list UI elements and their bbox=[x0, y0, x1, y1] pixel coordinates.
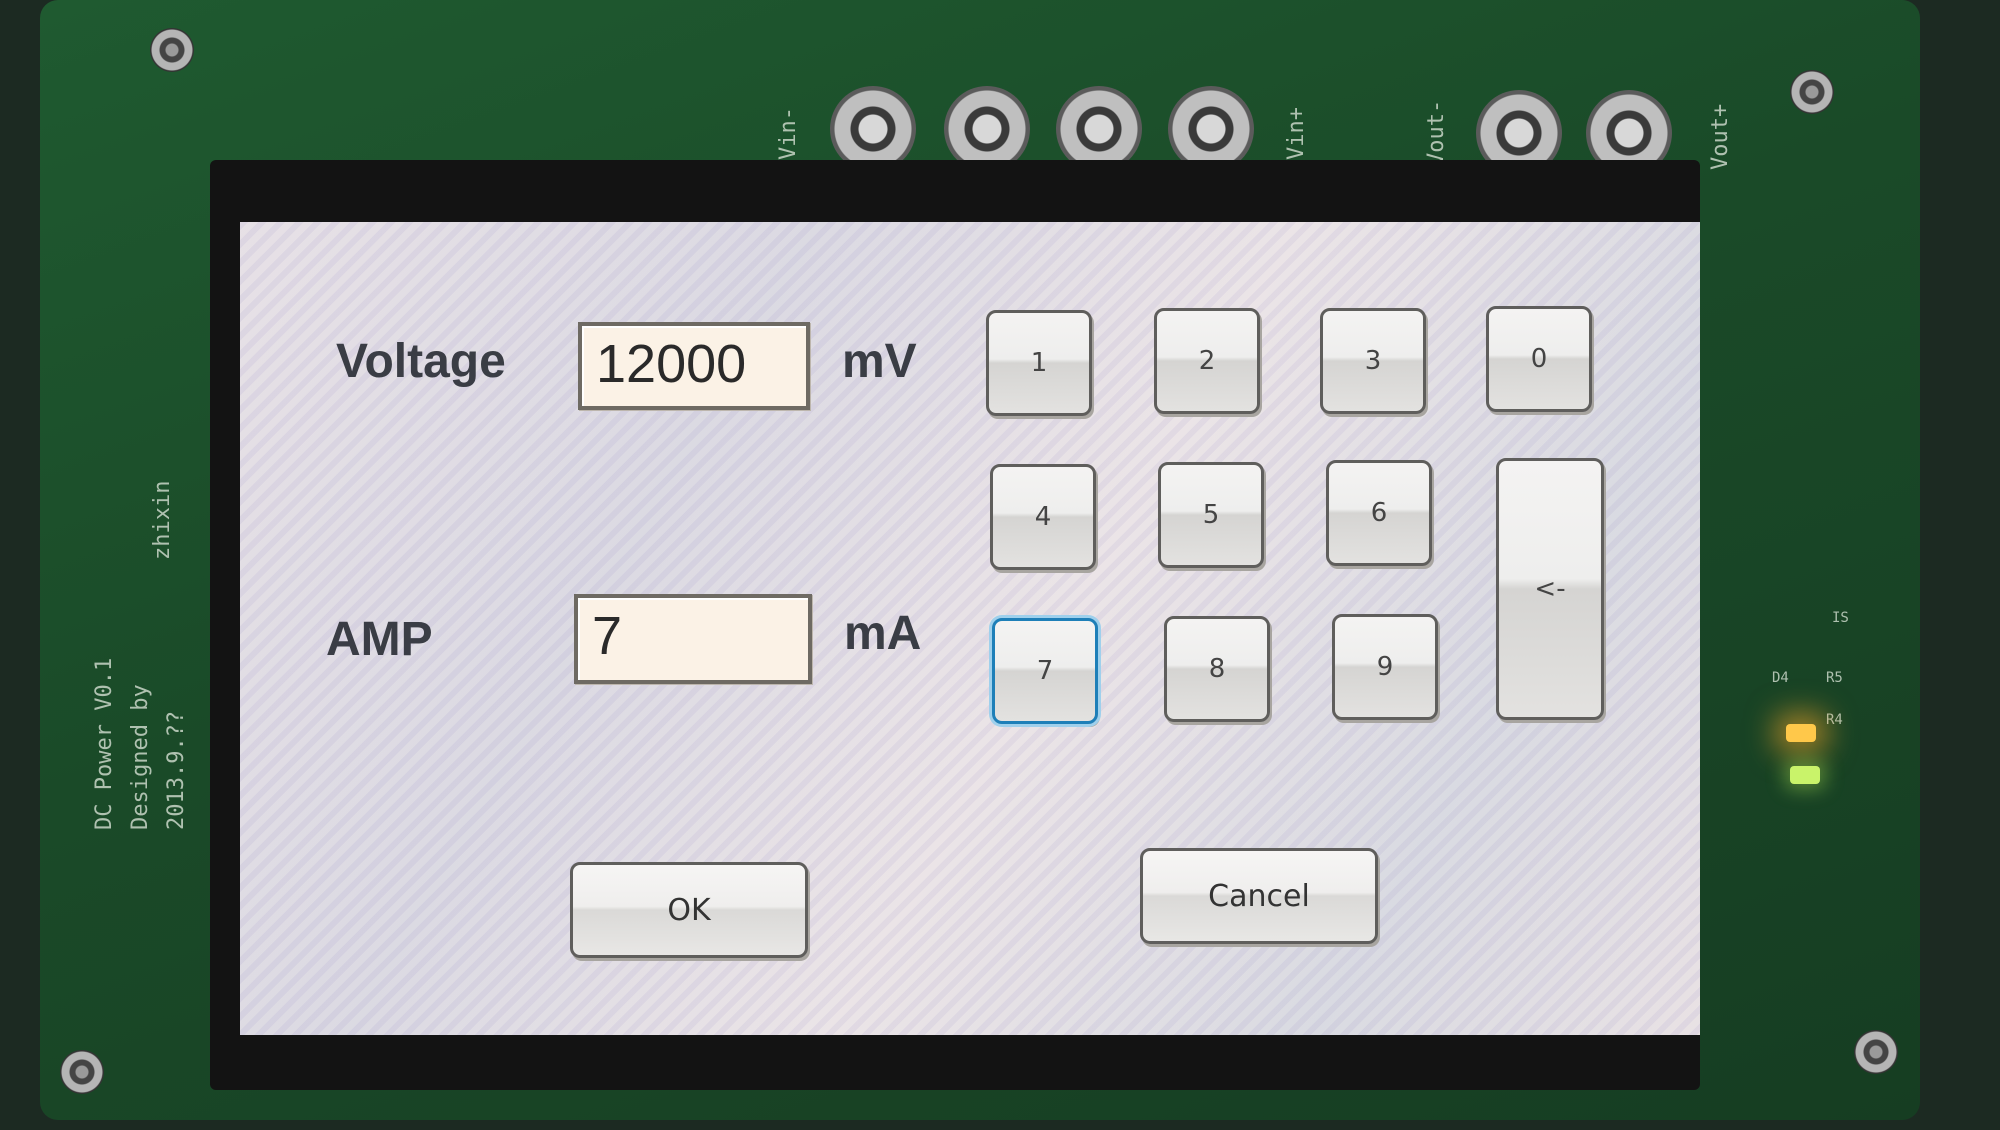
key-2[interactable]: 2 bbox=[1154, 308, 1260, 414]
led-amber bbox=[1786, 724, 1816, 742]
key-5[interactable]: 5 bbox=[1158, 462, 1264, 568]
amp-label: AMP bbox=[326, 613, 433, 666]
key-0[interactable]: 0 bbox=[1486, 306, 1592, 412]
key-1[interactable]: 1 bbox=[986, 310, 1092, 416]
screw-top-right bbox=[1790, 70, 1834, 114]
silk-designer-name: zhixin bbox=[150, 480, 175, 560]
backspace-key[interactable]: <- bbox=[1496, 458, 1604, 720]
silk-date: 2013.9.?? bbox=[164, 710, 189, 830]
key-8[interactable]: 8 bbox=[1164, 616, 1270, 722]
amp-unit: mA bbox=[844, 607, 922, 660]
silk-designer: Designed by bbox=[128, 684, 153, 830]
cancel-button[interactable]: Cancel bbox=[1140, 848, 1378, 944]
key-7[interactable]: 7 bbox=[992, 618, 1098, 724]
silk-vin-minus: Vin- bbox=[776, 107, 801, 160]
silk-vout-minus: Vout- bbox=[1424, 99, 1449, 166]
amp-input[interactable]: 7 bbox=[574, 594, 812, 684]
voltage-unit: mV bbox=[842, 335, 917, 388]
silk-vin-plus: Vin+ bbox=[1284, 107, 1309, 160]
screw-bottom-left bbox=[60, 1050, 104, 1094]
key-3[interactable]: 3 bbox=[1320, 308, 1426, 414]
ok-button[interactable]: OK bbox=[570, 862, 808, 958]
screw-bottom-right bbox=[1854, 1030, 1898, 1074]
silk-is: IS bbox=[1832, 610, 1849, 626]
screw-top-left bbox=[150, 28, 194, 72]
lcd-screen: Voltage 12000 mV AMP 7 mA 1 2 3 0 4 5 6 … bbox=[240, 222, 1700, 1035]
silk-r5: R5 bbox=[1826, 670, 1843, 686]
silk-d4: D4 bbox=[1772, 670, 1789, 686]
silk-r4: R4 bbox=[1826, 712, 1843, 728]
silk-title: DC Power V0.1 bbox=[92, 657, 117, 830]
led-green bbox=[1790, 766, 1820, 784]
voltage-label: Voltage bbox=[336, 335, 506, 388]
key-4[interactable]: 4 bbox=[990, 464, 1096, 570]
silk-vout-plus: Vout+ bbox=[1708, 103, 1733, 170]
voltage-input[interactable]: 12000 bbox=[578, 322, 810, 410]
key-9[interactable]: 9 bbox=[1332, 614, 1438, 720]
key-6[interactable]: 6 bbox=[1326, 460, 1432, 566]
